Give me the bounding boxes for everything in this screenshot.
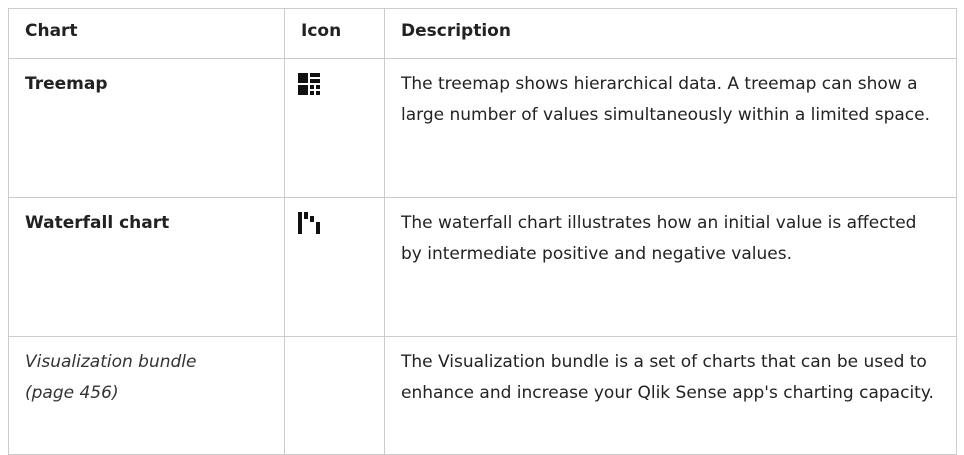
- visualization-bundle-link[interactable]: Visualization bundle (page 456): [25, 352, 196, 403]
- icon-cell: [284, 58, 385, 198]
- page-reference: (page 456): [25, 383, 119, 403]
- table-header-row: Chart Icon Description: [8, 8, 957, 59]
- header-description: Description: [384, 8, 957, 59]
- chart-name-treemap: Treemap: [25, 74, 108, 94]
- chart-name-cell: Treemap: [8, 58, 285, 198]
- description-cell: The waterfall chart illustrates how an i…: [384, 197, 957, 337]
- table-row-waterfall: Waterfall chart The waterfall chart illu…: [8, 197, 957, 337]
- header-icon: Icon: [284, 8, 385, 59]
- chart-name-cell: Visualization bundle (page 456): [8, 336, 285, 455]
- chart-name-cell: Waterfall chart: [8, 197, 285, 337]
- waterfall-chart-icon: [298, 212, 320, 234]
- header-chart: Chart: [8, 8, 285, 59]
- description-waterfall: The waterfall chart illustrates how an i…: [401, 213, 917, 264]
- chart-name-waterfall: Waterfall chart: [25, 213, 170, 233]
- description-cell: The Visualization bundle is a set of cha…: [384, 336, 957, 455]
- description-treemap: The treemap shows hierarchical data. A t…: [401, 74, 931, 125]
- icon-cell: [284, 197, 385, 337]
- table-row-visualization-bundle: Visualization bundle (page 456) The Visu…: [8, 336, 957, 455]
- icon-cell-empty: [284, 336, 385, 455]
- chart-types-table: Chart Icon Description Treemap The treem…: [8, 8, 957, 455]
- table-row-treemap: Treemap The treemap shows hierarchical d…: [8, 58, 957, 198]
- chart-name-visualization-bundle: Visualization bundle: [25, 352, 197, 372]
- description-cell: The treemap shows hierarchical data. A t…: [384, 58, 957, 198]
- treemap-icon: [298, 73, 320, 95]
- description-visualization-bundle: The Visualization bundle is a set of cha…: [401, 352, 934, 403]
